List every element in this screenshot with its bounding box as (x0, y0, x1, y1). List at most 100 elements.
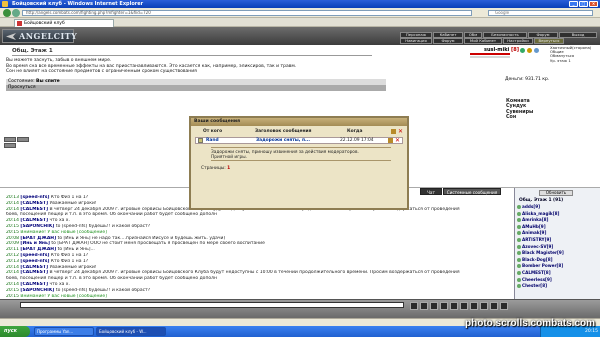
chat-nick[interactable]: [SAPONCHIK] (20, 224, 54, 229)
chat-input[interactable] (20, 302, 404, 308)
chat-nick[interactable]: [CALMEST] (20, 207, 48, 212)
player-name[interactable]: Aliska_magik[8] (522, 211, 559, 216)
chat-nick[interactable]: [CALMEST] (20, 270, 48, 275)
player-name[interactable]: Black-Dog[8] (522, 257, 553, 262)
task-browser[interactable]: Бойцовский клуб - W... (96, 327, 166, 336)
player-item[interactable]: AMuHb[9] (517, 224, 599, 231)
chat-message: to [speed-nfs] будешь!! и какой обраст? (55, 287, 151, 293)
status-icon (527, 48, 532, 53)
player-item[interactable]: Amrinka[8] (517, 217, 599, 224)
address-input[interactable]: http://angels.combats.com/fighting.php?m… (22, 10, 472, 16)
envelope-icon (198, 138, 203, 143)
exit-icon[interactable] (500, 302, 508, 310)
player-name[interactable]: Cheerless[9] (522, 277, 552, 282)
message-subject[interactable]: Задорожи сняты, п... (256, 138, 310, 144)
thumb-icon[interactable] (17, 137, 29, 142)
task-programs[interactable]: Программы Yan... (34, 327, 94, 336)
maximize-button[interactable]: □ (579, 1, 588, 7)
player-item[interactable]: Bomber Power[8] (517, 263, 599, 270)
sound-icon[interactable] (450, 302, 458, 310)
ie-icon (2, 1, 8, 7)
player-item[interactable]: CALMEST[8] (517, 270, 599, 277)
player-item[interactable]: Animak[9] (517, 230, 599, 237)
chat-nick[interactable]: [speed-nfs] (20, 195, 49, 200)
player-name[interactable]: Amrinka[8] (522, 217, 548, 222)
scroll-icon[interactable] (470, 302, 478, 310)
message-row[interactable]: Rand Задорожи сняты, п... 22.12.09 17:04… (195, 137, 403, 144)
smile-icon[interactable] (410, 302, 418, 310)
chat-nick[interactable]: [SAPONCHIK] (20, 288, 54, 293)
player-item[interactable]: Black-Dog[8] (517, 257, 599, 264)
player-item[interactable]: Cheerless[9] (517, 277, 599, 284)
menu-settings[interactable]: Настройки (503, 38, 533, 44)
state-value: Вы спите (36, 79, 60, 84)
menu-navigation[interactable]: Навигация (400, 38, 432, 44)
settings-icon[interactable] (440, 302, 448, 310)
start-button[interactable]: пуск (0, 326, 30, 337)
forward-icon[interactable] (12, 9, 20, 17)
player-name[interactable]: AMuHb[9] (522, 224, 546, 229)
chat-nick[interactable]: [CALMEST] (20, 201, 48, 206)
chat-nick[interactable]: [speed-nfs] (20, 259, 49, 264)
player-name[interactable]: ARTISTRY[9] (522, 237, 551, 242)
reply-icon[interactable] (391, 129, 396, 134)
chat-tabs: Чат Системные сообщения (420, 188, 510, 195)
reply-icon[interactable] (388, 138, 393, 143)
player-item[interactable]: Aliska_magik[8] (517, 211, 599, 218)
menu-return[interactable]: Вернуться (534, 38, 564, 44)
menu-my-cabinet[interactable]: Мой Кабинет (464, 38, 502, 44)
back-icon[interactable] (3, 9, 11, 17)
chat-nick[interactable]: [БРАТ ДЖАН] (20, 247, 56, 252)
close-button[interactable]: × (589, 1, 598, 7)
player-name[interactable]: Bomber Power[8] (522, 263, 563, 268)
chat-time: 20:14 (6, 281, 19, 287)
page-link[interactable]: 1 (227, 166, 230, 171)
tab-chat[interactable]: Чат (420, 188, 442, 195)
delete-icon[interactable]: ✕ (395, 138, 400, 144)
close-icon[interactable]: ✕ (398, 129, 403, 135)
window-titlebar: Бойцовский клуб - Windows Internet Explo… (0, 0, 600, 8)
player-item[interactable]: ARTISTRY[9] (517, 237, 599, 244)
link-sleep[interactable]: Сон (506, 115, 533, 120)
mini-icons (4, 137, 30, 151)
translit-icon[interactable] (460, 302, 468, 310)
refresh-button[interactable]: Обновить (539, 190, 573, 196)
chat-nick[interactable]: [CALMEST] (20, 218, 48, 223)
tab-system-messages[interactable]: Системные сообщения (443, 188, 501, 195)
player-item[interactable]: Chester[8] (517, 283, 599, 290)
color-icon[interactable] (480, 302, 488, 310)
search-input[interactable]: Google (488, 10, 593, 16)
chat-nick[interactable]: [CALMEST] (20, 265, 48, 270)
menu-exit[interactable]: Выход (559, 32, 597, 38)
player-name[interactable]: Chester[8] (522, 283, 547, 288)
minimize-button[interactable]: _ (569, 1, 578, 7)
player-name[interactable]: Animak[9] (522, 230, 546, 235)
player-align-icon (517, 277, 521, 282)
player-name[interactable]: adds[9] (522, 204, 540, 209)
player-name[interactable]: Azovec-SV[9] (522, 244, 553, 249)
messages-header: От кого Заголовок сообщения Когда ✕ (195, 129, 403, 136)
chat-nick[interactable]: [speed-nfs] (20, 253, 49, 258)
chat-message: Кто Физ 1 на 1? (50, 195, 89, 200)
player-item[interactable]: Azovec-SV[9] (517, 244, 599, 251)
chat-message: to [Инь и Янь] не надо так....признайся … (57, 235, 226, 241)
menu-forum-2[interactable]: Форум (433, 38, 463, 44)
user-icon[interactable] (490, 302, 498, 310)
chat-message: боев, посещения пещер и т.п. в это время… (6, 276, 217, 282)
filter-icon[interactable] (430, 302, 438, 310)
player-name[interactable]: Black Magister[9] (522, 250, 564, 255)
player-name[interactable]: CALMEST[8] (522, 270, 551, 275)
browser-tab[interactable]: Бойцовский клуб (14, 19, 114, 27)
thumb-icon[interactable] (4, 143, 16, 148)
message-from[interactable]: Rand (206, 138, 219, 144)
thumb-icon[interactable] (4, 137, 16, 142)
chat-nick[interactable]: [БРАТ ДЖАН] (20, 236, 56, 241)
player-item[interactable]: adds[9] (517, 204, 599, 211)
chat-nick[interactable]: [CALMEST] (20, 282, 48, 287)
chat-message: Внимание! У вас новые [сообщение] (20, 229, 107, 235)
clear-icon[interactable] (420, 302, 428, 310)
wake-button[interactable]: Проснуться (6, 85, 386, 91)
chat-nick[interactable]: [Инь и Янь] (20, 241, 50, 246)
player-item[interactable]: Black Magister[9] (517, 250, 599, 257)
message-body: Задорожи сняты, приношу извинения за дей… (211, 147, 391, 161)
